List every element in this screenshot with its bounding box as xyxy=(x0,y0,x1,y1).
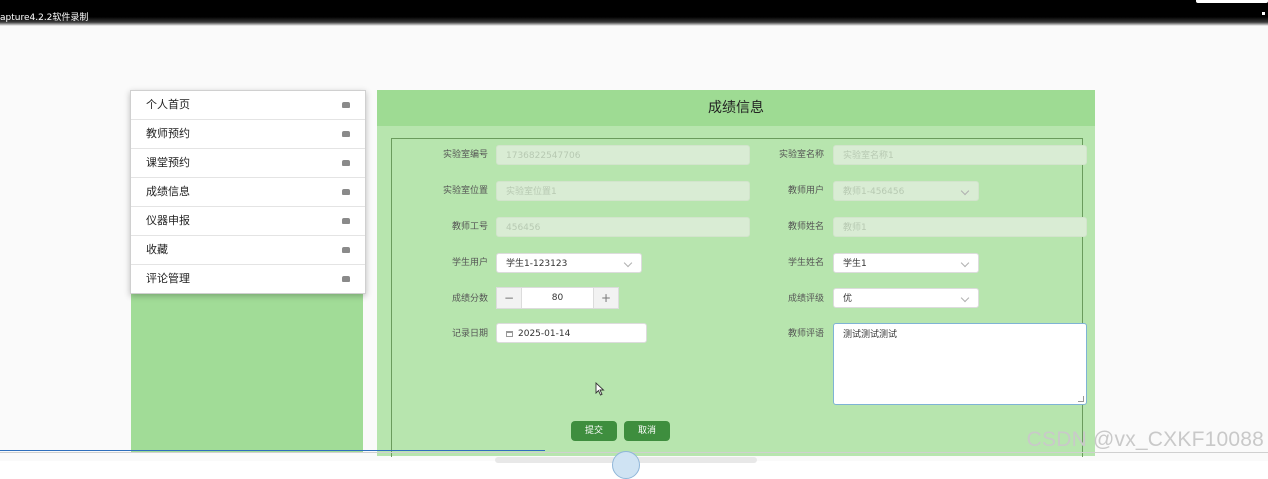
lab-name-field: 实验室名称1 xyxy=(833,145,1087,165)
menu-item-icon xyxy=(342,160,350,166)
titlebar-control[interactable] xyxy=(1196,0,1268,3)
score-input[interactable]: 80 xyxy=(522,287,593,309)
score-stepper: − 80 + xyxy=(496,287,619,309)
grade-info-panel: 成绩信息 实验室编号 1736822547706 实验室名称 实验室名称1 实验… xyxy=(377,90,1095,457)
teacher-user-value: 教师1-456456 xyxy=(843,187,905,197)
page-title: 成绩信息 xyxy=(377,90,1095,126)
sidebar-item-label: 课堂预约 xyxy=(146,156,190,169)
teacher-name-label: 教师姓名 xyxy=(787,222,824,232)
comment-label: 教师评语 xyxy=(787,329,824,339)
menu-item-icon xyxy=(342,247,350,253)
record-date-value: 2025-01-14 xyxy=(518,329,571,339)
sidebar-item-label: 教师预约 xyxy=(146,127,190,140)
lab-no-label: 实验室编号 xyxy=(442,150,488,160)
grade-label: 成绩评级 xyxy=(787,294,824,304)
csdn-watermark: CSDN @vx_CXKF10088 xyxy=(1026,428,1264,451)
increase-button[interactable]: + xyxy=(593,287,619,309)
recorder-title: apture4.2.2软件录制 xyxy=(0,13,89,23)
sidebar-item-label: 评论管理 xyxy=(146,272,190,285)
app-circle-icon[interactable] xyxy=(612,451,640,479)
sidebar-item-class-booking[interactable]: 课堂预约 xyxy=(131,149,365,178)
chevron-down-icon xyxy=(960,186,970,196)
sidebar-item-instrument-report[interactable]: 仪器申报 xyxy=(131,207,365,236)
teacher-user-label: 教师用户 xyxy=(787,186,824,196)
calendar-icon xyxy=(506,330,513,337)
recorder-titlebar: apture4.2.2软件录制 xyxy=(0,0,1268,26)
progress-line xyxy=(0,450,545,451)
lab-location-field: 实验室位置1 xyxy=(496,181,750,201)
chevron-down-icon xyxy=(623,258,633,268)
sidebar-item-label: 收藏 xyxy=(146,243,168,256)
student-user-label: 学生用户 xyxy=(451,258,488,268)
menu-item-icon xyxy=(342,276,350,282)
menu-item-icon xyxy=(342,189,350,195)
resize-handle-icon[interactable] xyxy=(1078,396,1084,402)
teacher-name-field: 教师1 xyxy=(833,217,1087,237)
sidebar-item-grades[interactable]: 成绩信息 xyxy=(131,178,365,207)
cancel-button[interactable]: 取消 xyxy=(624,421,670,441)
teacher-no-field: 456456 xyxy=(496,217,750,237)
sidebar-item-comments[interactable]: 评论管理 xyxy=(131,265,365,293)
comment-textarea[interactable]: 测试测试测试 xyxy=(833,323,1087,405)
menu-item-icon xyxy=(342,131,350,137)
sidebar-item-home[interactable]: 个人首页 xyxy=(131,91,365,120)
student-user-value: 学生1-123123 xyxy=(506,259,568,269)
menu-item-icon xyxy=(342,218,350,224)
record-date-picker[interactable]: 2025-01-14 xyxy=(496,323,647,343)
teacher-user-select: 教师1-456456 xyxy=(833,181,979,201)
sidebar-menu: 个人首页 教师预约 课堂预约 成绩信息 仪器申报 收藏 评论管理 xyxy=(130,90,366,294)
student-name-value: 学生1 xyxy=(843,259,867,269)
student-name-label: 学生姓名 xyxy=(787,258,824,268)
comment-value: 测试测试测试 xyxy=(843,330,898,340)
record-date-label: 记录日期 xyxy=(451,329,488,339)
submit-button[interactable]: 提交 xyxy=(571,421,617,441)
sidebar-item-label: 个人首页 xyxy=(146,98,190,111)
lab-location-label: 实验室位置 xyxy=(442,186,488,196)
lab-name-label: 实验室名称 xyxy=(778,150,824,160)
sidebar-item-favorites[interactable]: 收藏 xyxy=(131,236,365,265)
grade-value: 优 xyxy=(843,294,853,304)
chevron-down-icon xyxy=(960,293,970,303)
grade-select[interactable]: 优 xyxy=(833,288,979,308)
student-user-select[interactable]: 学生1-123123 xyxy=(496,253,642,273)
menu-item-icon xyxy=(342,102,350,108)
sidebar-item-label: 成绩信息 xyxy=(146,185,190,198)
lab-no-field: 1736822547706 xyxy=(496,145,750,165)
chevron-down-icon xyxy=(960,258,970,268)
mouse-cursor-icon xyxy=(595,382,605,396)
sidebar-item-teacher-booking[interactable]: 教师预约 xyxy=(131,120,365,149)
grade-form: 实验室编号 1736822547706 实验室名称 实验室名称1 实验室位置 实… xyxy=(391,138,1087,457)
score-label: 成绩分数 xyxy=(451,294,488,304)
student-name-select[interactable]: 学生1 xyxy=(833,253,979,273)
teacher-no-label: 教师工号 xyxy=(451,222,488,232)
decrease-button[interactable]: − xyxy=(496,287,522,309)
titlebar-menu-icon[interactable] xyxy=(1262,12,1265,15)
sidebar-item-label: 仪器申报 xyxy=(146,214,190,227)
